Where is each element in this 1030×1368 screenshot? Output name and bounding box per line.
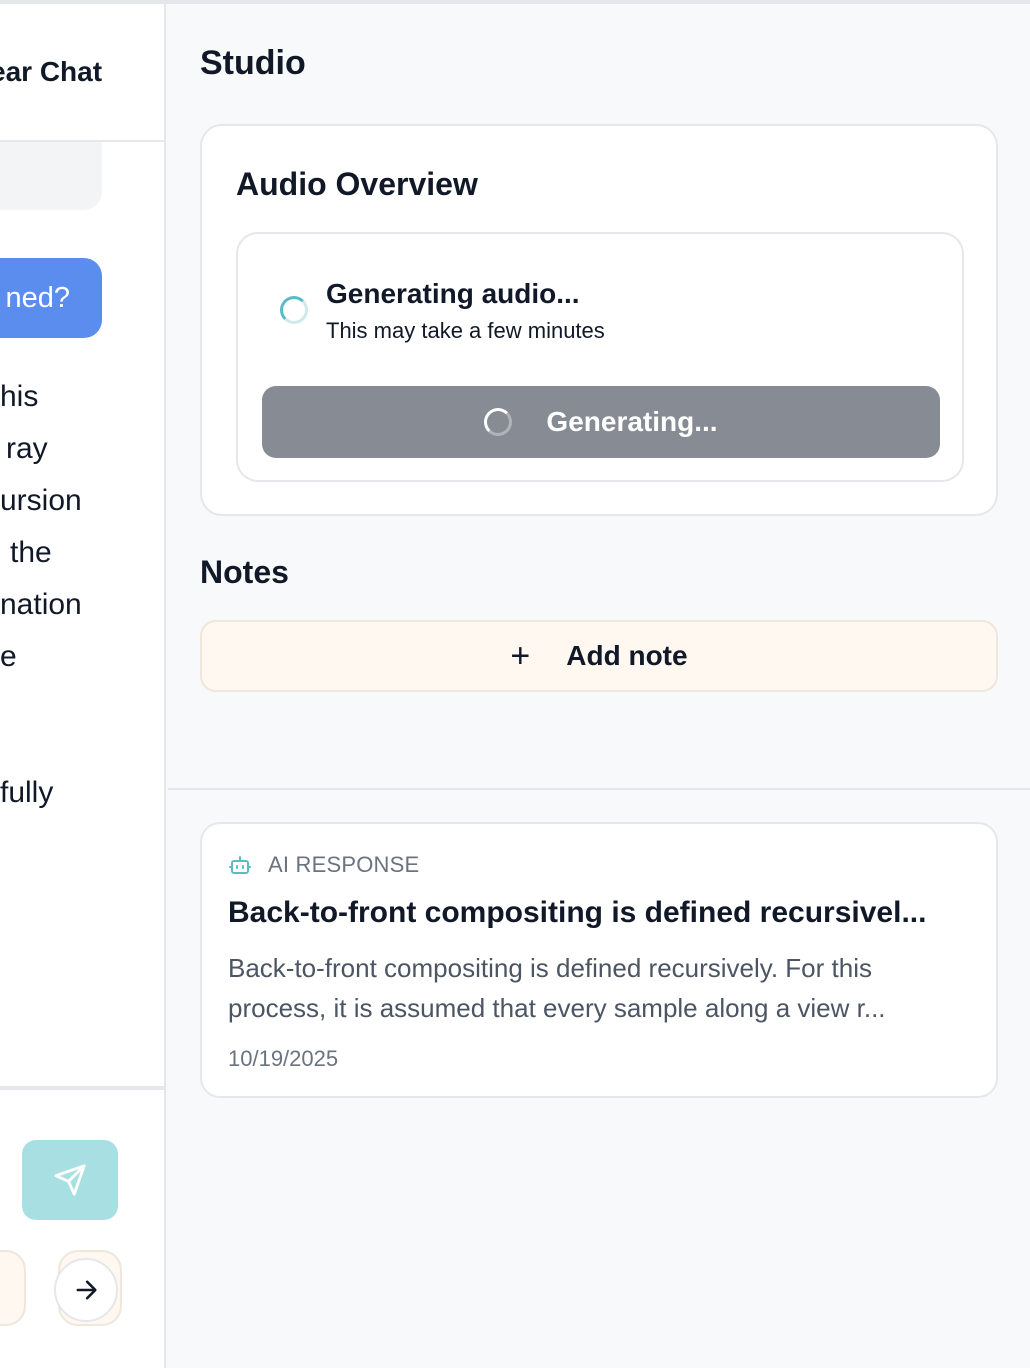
spinner-icon: [484, 408, 513, 436]
suggestion-chip[interactable]: [0, 1250, 26, 1326]
plus-icon: +: [510, 636, 531, 675]
note-title: Back-to-front compositing is defined rec…: [228, 896, 927, 929]
generating-status-title: Generating audio...: [326, 278, 580, 309]
assistant-message-bubble: [0, 142, 102, 210]
note-preview: Back-to-front compositing is defined rec…: [228, 948, 978, 1028]
bot-icon: [229, 856, 251, 874]
chat-input-divider: [0, 1086, 164, 1090]
response-line: ray: [6, 432, 48, 465]
response-line: fully: [0, 776, 54, 809]
user-message-text: ned?: [5, 281, 70, 314]
studio-divider: [168, 788, 1030, 790]
audio-overview-title: Audio Overview: [236, 166, 478, 202]
response-line: the: [10, 536, 52, 569]
generating-status-subtitle: This may take a few minutes: [326, 318, 605, 343]
send-icon: [54, 1164, 86, 1196]
notes-title: Notes: [200, 554, 289, 590]
spinner-icon: [280, 296, 308, 324]
clear-chat-button[interactable]: ear Chat: [0, 56, 102, 88]
note-card[interactable]: AI RESPONSE Back-to-front compositing is…: [200, 822, 998, 1098]
add-note-button[interactable]: + Add note: [200, 620, 998, 692]
send-button[interactable]: [22, 1140, 118, 1220]
response-line: his: [0, 380, 39, 413]
studio-title: Studio: [200, 44, 306, 82]
note-type-label: AI RESPONSE: [268, 852, 420, 877]
response-line: e: [0, 640, 17, 673]
note-date: 10/19/2025: [228, 1046, 339, 1071]
audio-overview-card: Audio Overview Generating audio... This …: [200, 124, 998, 516]
user-message-bubble: ned?: [0, 258, 102, 338]
response-line: nation: [0, 588, 82, 621]
add-note-label: Add note: [566, 640, 688, 671]
arrow-right-icon: [76, 1280, 97, 1300]
next-suggestion-button[interactable]: [54, 1258, 118, 1322]
note-type-row: AI RESPONSE: [228, 852, 419, 878]
response-line: ursion: [0, 484, 82, 517]
chat-panel: ear Chat ned? his ray ursion the nation …: [0, 4, 166, 1368]
generating-button[interactable]: Generating...: [262, 386, 940, 458]
note-preview-line: process, it is assumed that every sample…: [228, 993, 886, 1023]
generating-button-label: Generating...: [546, 406, 718, 437]
note-preview-line: Back-to-front compositing is defined rec…: [228, 953, 872, 983]
generating-status-box: Generating audio... This may take a few …: [236, 232, 964, 482]
